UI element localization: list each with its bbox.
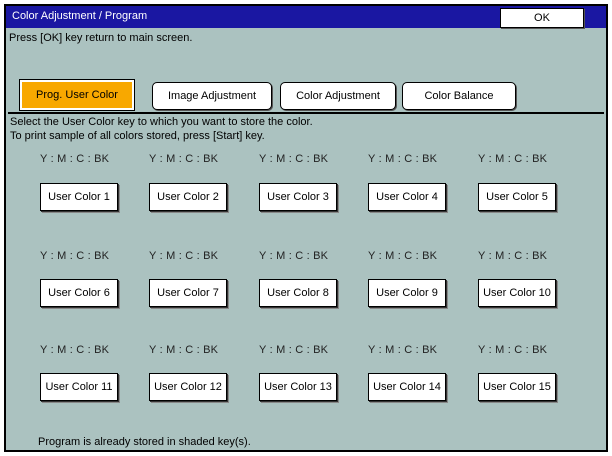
user-color-10-button[interactable]: User Color 10 — [478, 279, 556, 307]
user-color-9-button[interactable]: User Color 9 — [368, 279, 446, 307]
user-color-8-button[interactable]: User Color 8 — [259, 279, 337, 307]
user-color-1-button[interactable]: User Color 1 — [40, 183, 118, 211]
instruction-line-1: Select the User Color key to which you w… — [10, 116, 313, 128]
color-ratio-label: Y : M : C : BK — [149, 344, 219, 356]
user-color-15-button[interactable]: User Color 15 — [478, 373, 556, 401]
user-color-5-button[interactable]: User Color 5 — [478, 183, 556, 211]
instruction-line-2: To print sample of all colors stored, pr… — [10, 130, 265, 142]
color-ratio-label: Y : M : C : BK — [368, 250, 438, 262]
color-ratio-label: Y : M : C : BK — [368, 344, 438, 356]
color-ratio-label: Y : M : C : BK — [478, 153, 548, 165]
tab-image-adjustment[interactable]: Image Adjustment — [152, 82, 272, 110]
color-ratio-label: Y : M : C : BK — [478, 250, 548, 262]
user-color-12-button[interactable]: User Color 12 — [149, 373, 227, 401]
window-title: Color Adjustment / Program — [12, 10, 148, 22]
color-ratio-label: Y : M : C : BK — [368, 153, 438, 165]
main-panel: Color Adjustment / Program OK Press [OK]… — [6, 6, 606, 450]
color-ratio-label: Y : M : C : BK — [40, 344, 110, 356]
window-frame: Color Adjustment / Program OK Press [OK]… — [4, 4, 608, 452]
footer-note: Program is already stored in shaded key(… — [38, 436, 251, 448]
user-color-7-button[interactable]: User Color 7 — [149, 279, 227, 307]
user-color-4-button[interactable]: User Color 4 — [368, 183, 446, 211]
color-ratio-label: Y : M : C : BK — [259, 250, 329, 262]
title-bar: Color Adjustment / Program OK — [6, 6, 606, 28]
color-ratio-label: Y : M : C : BK — [149, 250, 219, 262]
color-ratio-label: Y : M : C : BK — [478, 344, 548, 356]
return-message: Press [OK] key return to main screen. — [9, 32, 193, 44]
ok-button[interactable]: OK — [500, 8, 584, 28]
color-ratio-label: Y : M : C : BK — [259, 344, 329, 356]
user-color-3-button[interactable]: User Color 3 — [259, 183, 337, 211]
color-ratio-label: Y : M : C : BK — [40, 153, 110, 165]
user-color-13-button[interactable]: User Color 13 — [259, 373, 337, 401]
tab-color-balance[interactable]: Color Balance — [402, 82, 516, 110]
user-color-6-button[interactable]: User Color 6 — [40, 279, 118, 307]
user-color-11-button[interactable]: User Color 11 — [40, 373, 118, 401]
color-ratio-label: Y : M : C : BK — [259, 153, 329, 165]
tab-color-adjustment[interactable]: Color Adjustment — [280, 82, 396, 110]
color-ratio-label: Y : M : C : BK — [40, 250, 110, 262]
tab-prog-user-color[interactable]: Prog. User Color — [19, 79, 135, 111]
user-color-14-button[interactable]: User Color 14 — [368, 373, 446, 401]
user-color-2-button[interactable]: User Color 2 — [149, 183, 227, 211]
color-ratio-label: Y : M : C : BK — [149, 153, 219, 165]
